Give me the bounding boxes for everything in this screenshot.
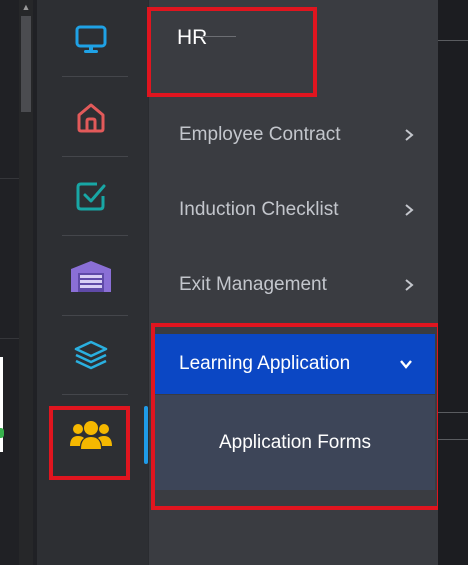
menu-item-induction-checklist[interactable]: Induction Checklist [150, 184, 438, 236]
divider [0, 338, 20, 339]
chevron-right-icon [405, 129, 414, 141]
warehouse-icon [71, 260, 111, 292]
annotation-box-title [147, 7, 317, 97]
menu-item-exit-management[interactable]: Exit Management [150, 259, 438, 311]
checkbox-icon [76, 182, 106, 210]
rail-item-home[interactable] [54, 77, 128, 156]
chevron-right-icon [405, 279, 414, 291]
divider [0, 178, 20, 179]
monitor-icon [75, 25, 107, 53]
status-dot [0, 428, 4, 438]
rail-item-warehouse[interactable] [54, 236, 128, 315]
rail-item-dashboard[interactable] [54, 0, 128, 79]
app-root: ▲ HR Employee Contract Induction Checkli… [0, 0, 468, 565]
rail-item-layers[interactable] [54, 315, 128, 394]
home-icon [77, 103, 105, 132]
background-panel-right [438, 0, 468, 565]
menu-item-label: Employee Contract [179, 124, 341, 145]
menu-item-label: Induction Checklist [179, 199, 339, 220]
divider [438, 439, 468, 440]
annotation-box-hr-icon [49, 406, 130, 480]
menu-item-employee-contract[interactable]: Employee Contract [150, 109, 438, 161]
divider [438, 40, 468, 41]
rail-item-tasks[interactable] [54, 156, 128, 235]
scroll-up-arrow-icon[interactable]: ▲ [19, 0, 33, 14]
chevron-right-icon [405, 204, 414, 216]
scrollbar-thumb[interactable] [21, 16, 31, 112]
menu-item-label: Exit Management [179, 274, 327, 295]
divider [438, 412, 468, 413]
annotation-box-learning [151, 323, 441, 510]
layers-icon [74, 340, 108, 369]
